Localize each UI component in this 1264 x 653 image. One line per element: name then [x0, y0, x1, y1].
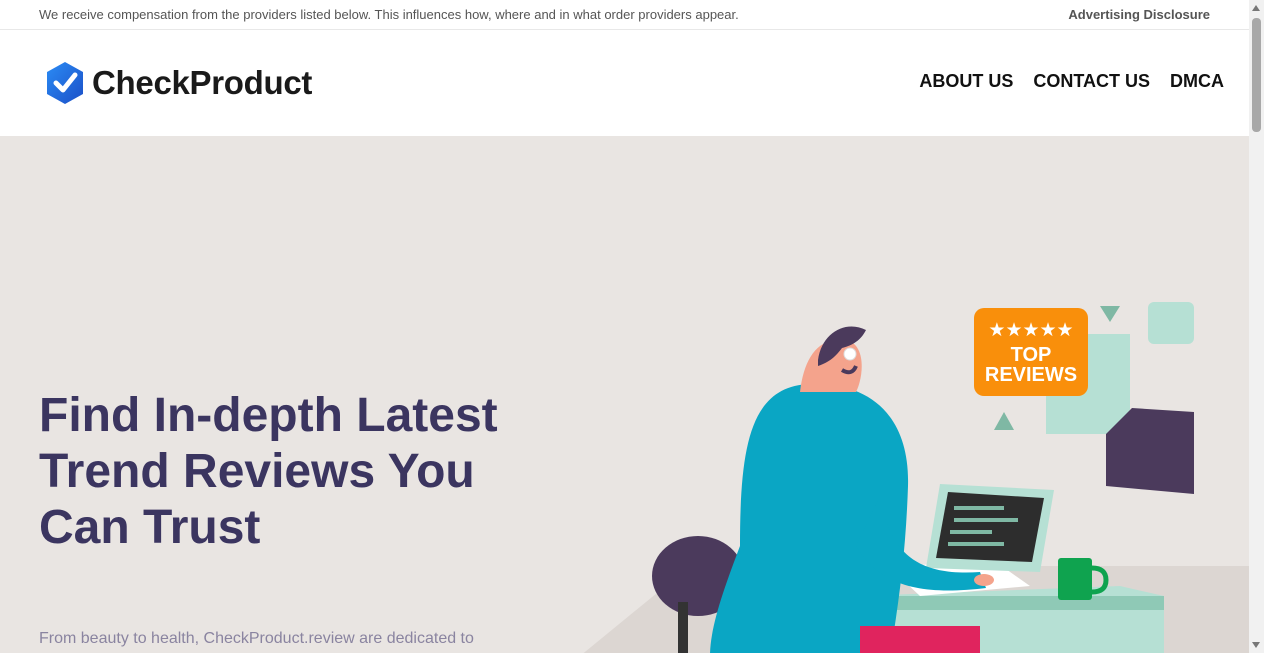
check-shield-icon [47, 62, 83, 104]
hero-section: Find In-depth Latest Trend Reviews You C… [0, 136, 1249, 653]
badge-stars: ★★★★★ [988, 319, 1073, 341]
reviewer-illustration: ★★★★★ TOP REVIEWS [583, 302, 1249, 653]
scroll-thumb[interactable] [1252, 18, 1261, 132]
logo-text: CheckProduct [92, 64, 313, 101]
hero-title: Find In-depth Latest Trend Reviews You C… [39, 389, 498, 554]
logo[interactable]: CheckProduct [45, 61, 312, 105]
disclosure-bar: We receive compensation from the provide… [0, 0, 1249, 30]
vertical-scrollbar[interactable] [1249, 0, 1264, 653]
top-reviews-badge: ★★★★★ TOP REVIEWS [974, 308, 1088, 396]
site-header: CheckProduct ABOUT US CONTACT US DMCA [0, 30, 1249, 136]
scroll-up-arrow-icon[interactable] [1252, 5, 1260, 11]
nav-about-us[interactable]: ABOUT US [919, 71, 1013, 92]
hero-subtitle: From beauty to health, CheckProduct.revi… [39, 630, 474, 647]
badge-line1: TOP [1011, 344, 1052, 366]
triangle-shape [1100, 306, 1120, 322]
person-head [800, 326, 866, 392]
laptop [926, 484, 1054, 572]
nav-contact-us[interactable]: CONTACT US [1033, 71, 1150, 92]
advertising-disclosure-link[interactable]: Advertising Disclosure [1068, 7, 1210, 22]
square-shape [1148, 302, 1194, 344]
nav-dmca[interactable]: DMCA [1170, 71, 1224, 92]
triangle-shape [994, 412, 1014, 430]
main-nav: ABOUT US CONTACT US DMCA [919, 71, 1224, 92]
disclosure-text: We receive compensation from the provide… [39, 7, 739, 22]
scroll-down-arrow-icon[interactable] [1252, 642, 1260, 648]
badge-line2: REVIEWS [985, 364, 1077, 386]
